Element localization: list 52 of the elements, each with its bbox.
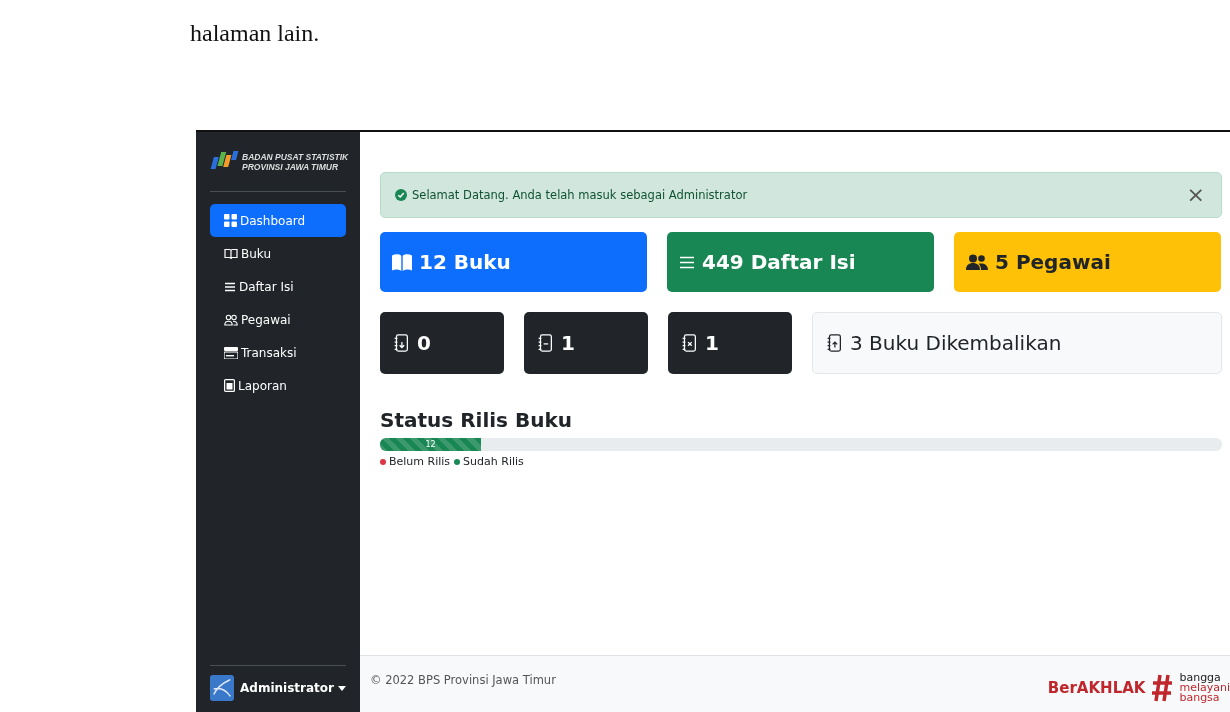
slogan-text: bangsa bbox=[1179, 693, 1220, 703]
nav-item[interactable]: Daftar Isi bbox=[210, 270, 346, 303]
transaction-card[interactable]: 1 bbox=[668, 312, 792, 374]
report-icon bbox=[224, 379, 235, 392]
nav-item[interactable]: Pegawai bbox=[210, 303, 346, 336]
book-icon bbox=[224, 247, 238, 260]
check-circle-icon bbox=[395, 189, 407, 201]
legend-label: Sudah Rilis bbox=[463, 455, 524, 468]
transaction-text: 0 bbox=[417, 331, 431, 355]
stat-text: 12 Buku bbox=[419, 250, 511, 274]
nav-item[interactable]: Laporan bbox=[210, 369, 346, 402]
notebook-up-icon bbox=[825, 333, 843, 353]
transaction-text: 3 Buku Dikembalikan bbox=[850, 331, 1062, 355]
notebook-minus-icon bbox=[536, 333, 554, 353]
list-icon bbox=[224, 281, 236, 292]
slogan-text: bangga bbox=[1179, 673, 1221, 683]
avatar-icon bbox=[210, 675, 235, 701]
alert-message: Selamat Datang. Anda telah masuk sebagai Administrator bbox=[412, 188, 749, 202]
progress-fill: 12 bbox=[380, 438, 482, 451]
brand-text: BADAN PUSAT STATISTIK bbox=[242, 152, 349, 162]
nav-item[interactable]: Transaksi bbox=[210, 336, 346, 369]
transaction-card[interactable]: 3 Buku Dikembalikan bbox=[812, 312, 1222, 374]
stat-card[interactable]: 5 Pegawai bbox=[954, 232, 1221, 292]
list-icon bbox=[679, 255, 695, 269]
grid-icon bbox=[224, 214, 237, 227]
transaction-text: 1 bbox=[561, 331, 575, 355]
logo-text: BerAKHLAK bbox=[1047, 679, 1146, 697]
nav-item[interactable]: Dashboard bbox=[210, 204, 346, 237]
notebook-x-icon bbox=[680, 333, 698, 353]
stat-text: 449 Daftar Isi bbox=[702, 250, 856, 274]
people-icon bbox=[224, 313, 238, 326]
caret-icon bbox=[338, 685, 346, 691]
copyright-text: © 2022 BPS Provinsi Jawa Timur bbox=[370, 673, 557, 687]
stat-card[interactable]: 12 Buku bbox=[380, 232, 647, 292]
hashtag-icon bbox=[1151, 673, 1174, 703]
brand-text: PROVINSI JAWA TIMUR bbox=[242, 162, 340, 172]
transaction-card[interactable]: 0 bbox=[380, 312, 504, 374]
people-icon bbox=[966, 254, 988, 270]
book-icon bbox=[392, 253, 412, 271]
nav-item[interactable]: Buku bbox=[210, 237, 346, 270]
user-menu[interactable]: Administrator bbox=[240, 681, 346, 695]
card-icon bbox=[224, 346, 238, 359]
transaction-text: 1 bbox=[705, 331, 719, 355]
section-heading: Status Rilis Buku bbox=[380, 408, 573, 432]
transaction-card[interactable]: 1 bbox=[524, 312, 648, 374]
notebook-down-icon bbox=[392, 333, 410, 353]
slogan-text: melayani bbox=[1179, 683, 1230, 693]
paragraph-text: halaman lain. bbox=[190, 20, 321, 47]
close-button[interactable]: × bbox=[1182, 184, 1209, 206]
stat-card[interactable]: 449 Daftar Isi bbox=[667, 232, 934, 292]
stat-text: 5 Pegawai bbox=[995, 250, 1111, 274]
legend-label: Belum Rilis bbox=[389, 455, 451, 468]
